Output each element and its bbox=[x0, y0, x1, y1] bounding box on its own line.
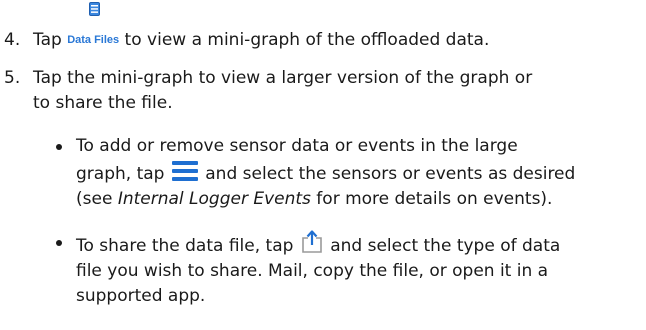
step-text-line: Tap the mini-graph to view a larger vers… bbox=[33, 68, 533, 88]
bullet-text-line: supported app. bbox=[76, 286, 206, 306]
bullet-dot bbox=[56, 144, 62, 150]
step-number: 4. bbox=[4, 30, 21, 50]
step-text-suffix: to view a mini-graph of the offloaded da… bbox=[119, 30, 490, 50]
bullet-text-segment: (see bbox=[76, 189, 118, 209]
bullet-text-line: graph, tap and select the sensors or eve… bbox=[76, 161, 646, 187]
bullet-text-line: (see Internal Logger Events for more det… bbox=[76, 187, 646, 212]
step-text: Tap Data Files to view a mini-graph of t… bbox=[33, 28, 638, 53]
bullet-text-line: To add or remove sensor data or events i… bbox=[76, 136, 518, 156]
bullet-text-line: To share the data file, tap and select t… bbox=[76, 230, 646, 259]
document-server-icon bbox=[89, 1, 100, 16]
bullet-text-segment: and select the type of data bbox=[324, 236, 561, 256]
bullet-text: To add or remove sensor data or events i… bbox=[76, 134, 646, 212]
bullet-text-segment: and select the sensors or events as desi… bbox=[199, 164, 576, 184]
step-text-prefix: Tap bbox=[33, 30, 68, 50]
share-icon[interactable] bbox=[301, 230, 323, 254]
bullet-text-segment: To share the data file, tap bbox=[76, 236, 299, 256]
step-number: 5. bbox=[4, 68, 21, 88]
hamburger-menu-icon[interactable] bbox=[171, 161, 198, 181]
data-files-button[interactable]: Data Files bbox=[67, 28, 119, 53]
step-text-line: to share the file. bbox=[33, 93, 173, 113]
step-text: Tap the mini-graph to view a larger vers… bbox=[33, 66, 638, 116]
bullet-text-segment: graph, tap bbox=[76, 164, 170, 184]
bullet-text-line: file you wish to share. Mail, copy the f… bbox=[76, 261, 549, 281]
internal-logger-events-reference: Internal Logger Events bbox=[117, 189, 311, 209]
bullet-text-segment: for more details on events). bbox=[310, 189, 553, 209]
instructions-page: 4. Tap Data Files to view a mini-graph o… bbox=[0, 0, 646, 330]
bullet-text: To share the data file, tap and select t… bbox=[76, 230, 646, 309]
bullet-dot bbox=[56, 240, 62, 246]
